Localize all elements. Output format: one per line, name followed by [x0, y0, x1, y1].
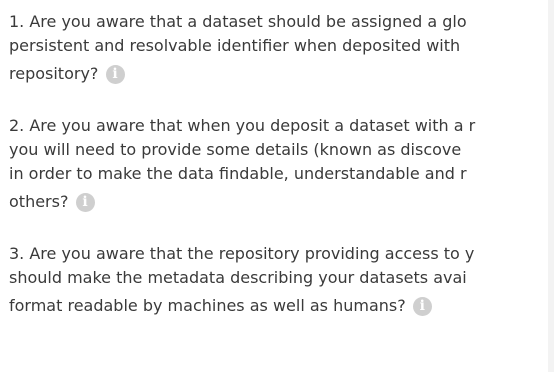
question-3-line-1: 3. Are you aware that the repository pro… [9, 244, 475, 263]
question-1-line-3: repository? i [9, 59, 554, 89]
question-1-line-1: 1. Are you aware that a dataset should b… [9, 12, 467, 31]
question-2: 2. Are you aware that when you deposit a… [9, 114, 554, 217]
info-icon[interactable]: i [412, 297, 432, 316]
question-2-line-1: 2. Are you aware that when you deposit a… [9, 116, 476, 135]
info-icon[interactable]: i [75, 193, 95, 212]
question-3-line-3-text: format readable by machines as well as h… [9, 296, 406, 315]
question-2-line-4: others? i [9, 187, 554, 217]
info-icon[interactable]: i [105, 65, 125, 84]
question-3-line-2: should make the metadata describing your… [9, 268, 467, 287]
questions-list: 1. Are you aware that a dataset should b… [9, 10, 554, 346]
question-1: 1. Are you aware that a dataset should b… [9, 10, 554, 89]
question-3: 3. Are you aware that the repository pro… [9, 242, 554, 321]
question-2-line-4-text: others? [9, 192, 69, 211]
question-1-line-2: persistent and resolvable identifier whe… [9, 36, 461, 55]
question-1-line-3-text: repository? [9, 64, 99, 83]
question-2-line-3: in order to make the data findable, unde… [9, 164, 467, 183]
question-2-line-2: you will need to provide some details (k… [9, 140, 462, 159]
question-3-line-3: format readable by machines as well as h… [9, 291, 554, 321]
questionnaire-panel: 1. Are you aware that a dataset should b… [0, 0, 554, 372]
right-edge-divider [548, 0, 554, 372]
